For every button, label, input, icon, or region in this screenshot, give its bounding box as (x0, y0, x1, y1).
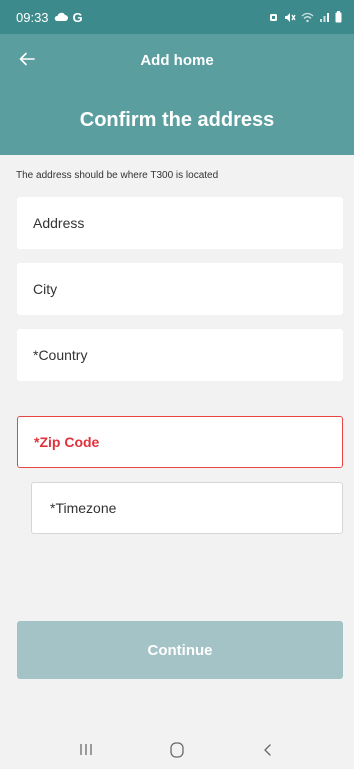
continue-button[interactable]: Continue (17, 621, 343, 679)
status-right (268, 11, 342, 23)
app-bar: Add home (0, 34, 354, 86)
system-nav-bar (0, 730, 354, 769)
status-left: 09:33 G (16, 10, 83, 25)
continue-label: Continue (147, 641, 213, 659)
signal-icon (320, 12, 329, 22)
city-input[interactable]: City (17, 263, 343, 315)
address-hint: The address should be where T300 is loca… (16, 170, 219, 181)
home-button[interactable] (152, 735, 202, 765)
arrow-left-icon (19, 52, 35, 66)
status-bar: 09:33 G (0, 0, 354, 34)
header-band: Confirm the address (0, 86, 354, 155)
recents-button[interactable] (61, 735, 111, 765)
country-select[interactable]: *Country (17, 329, 343, 381)
alarm-icon (270, 13, 277, 21)
app-bar-title: Add home (140, 51, 214, 69)
city-placeholder: City (33, 281, 58, 297)
mute-icon (285, 12, 296, 22)
country-placeholder: *Country (33, 347, 88, 363)
home-icon (170, 741, 184, 758)
battery-icon (335, 11, 342, 23)
status-time: 09:33 (16, 9, 49, 25)
status-carrier: G (72, 9, 83, 25)
cloud-icon (54, 12, 68, 21)
timezone-select[interactable]: *Timezone (31, 482, 343, 534)
back-nav-icon (264, 743, 272, 756)
timezone-placeholder: *Timezone (50, 500, 117, 516)
page-title: Confirm the address (79, 109, 275, 131)
wifi-icon (301, 12, 314, 22)
back-button[interactable] (14, 46, 40, 72)
recents-icon (80, 744, 92, 755)
address-input[interactable]: Address (17, 197, 343, 249)
zip-code-input[interactable]: *Zip Code (17, 416, 343, 468)
address-placeholder: Address (33, 215, 85, 231)
back-nav-button[interactable] (243, 735, 293, 765)
zip-code-placeholder: *Zip Code (34, 434, 100, 450)
